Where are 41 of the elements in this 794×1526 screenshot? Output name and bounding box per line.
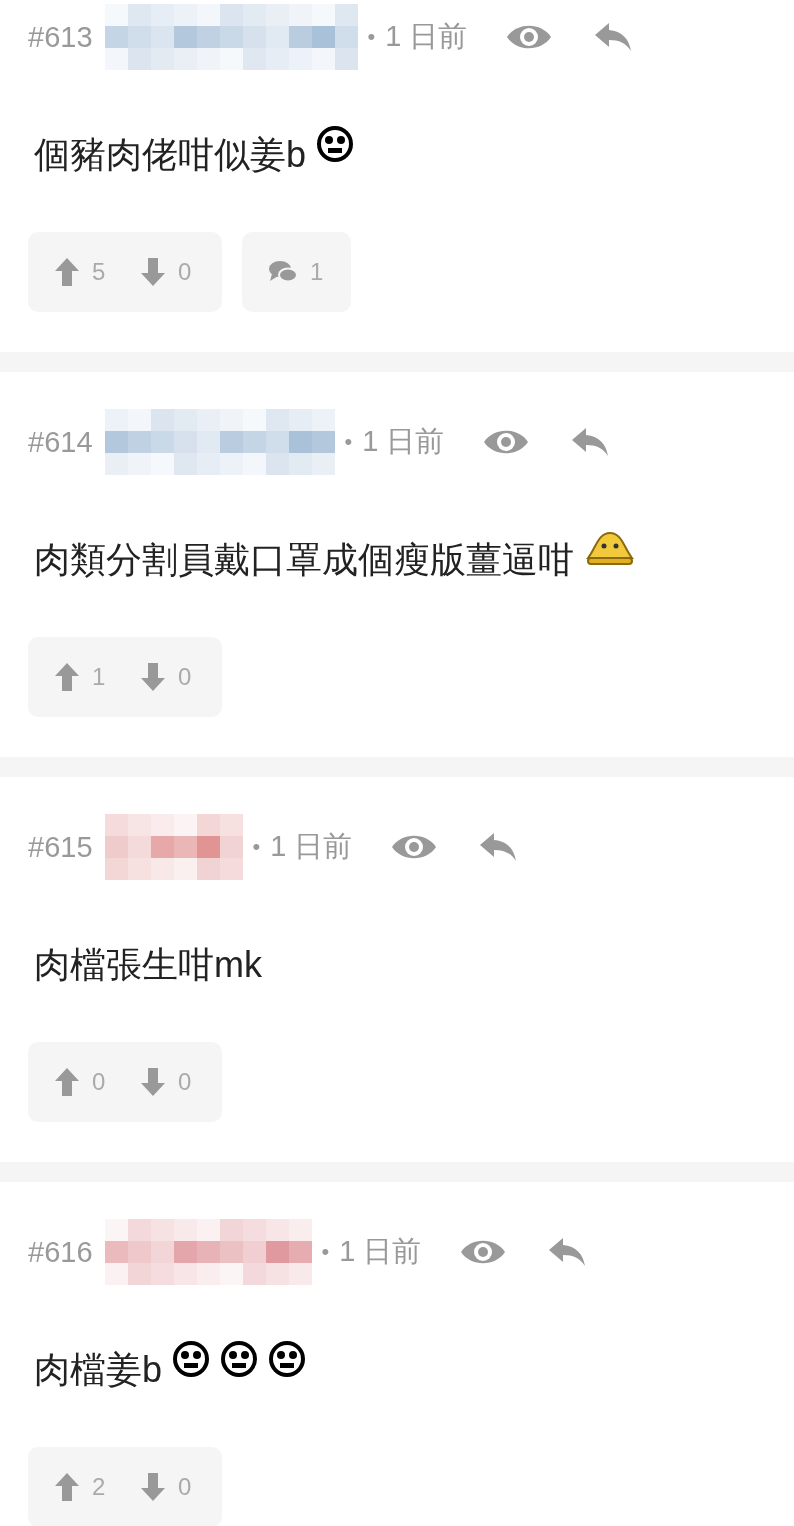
upvote-count: 2 — [92, 1473, 107, 1501]
post-text: 肉檔張生咁mk — [34, 942, 262, 987]
comment-button[interactable]: 1 — [242, 232, 352, 312]
separator-dot: • — [344, 429, 353, 455]
separator-dot: • — [321, 1239, 330, 1265]
upvote-icon[interactable] — [54, 257, 80, 287]
separator-dot: • — [367, 24, 376, 50]
reply-icon[interactable] — [478, 831, 519, 863]
post-time: 1 日前 — [270, 829, 353, 864]
post-number: #614 — [28, 425, 93, 459]
emoticon-icon — [172, 1340, 211, 1378]
downvote-count: 0 — [178, 663, 193, 691]
downvote-count: 0 — [178, 1068, 193, 1096]
upvote-count: 1 — [92, 663, 107, 691]
post-time: 1 日前 — [362, 424, 445, 459]
downvote-icon[interactable] — [140, 1067, 166, 1097]
upvote-count: 5 — [92, 258, 107, 286]
post-text: 個豬肉佬咁似姜b — [34, 132, 307, 177]
post-time: 1 日前 — [385, 19, 468, 54]
reply-icon[interactable] — [547, 1236, 588, 1268]
emoticon-icon — [268, 1340, 307, 1378]
emoticon-icon — [316, 125, 355, 163]
reply-icon[interactable] — [570, 426, 611, 458]
upvote-icon[interactable] — [54, 1067, 80, 1097]
post-number: #613 — [28, 20, 93, 54]
post-number: #616 — [28, 1235, 93, 1269]
upvote-count: 0 — [92, 1068, 107, 1096]
post-text: 肉類分割員戴口罩成個瘦版薑逼咁 — [34, 537, 574, 582]
downvote-icon[interactable] — [140, 1472, 166, 1502]
post-time: 1 日前 — [339, 1234, 422, 1269]
reply-icon[interactable] — [593, 21, 634, 53]
post-number: #615 — [28, 830, 93, 864]
downvote-count: 0 — [178, 258, 193, 286]
upvote-icon[interactable] — [54, 662, 80, 692]
upvote-icon[interactable] — [54, 1472, 80, 1502]
downvote-icon[interactable] — [140, 257, 166, 287]
post-text: 肉檔姜b — [34, 1347, 163, 1392]
downvote-icon[interactable] — [140, 662, 166, 692]
separator-dot: • — [252, 834, 261, 860]
emoticon-icon — [220, 1340, 259, 1378]
downvote-count: 0 — [178, 1473, 193, 1501]
